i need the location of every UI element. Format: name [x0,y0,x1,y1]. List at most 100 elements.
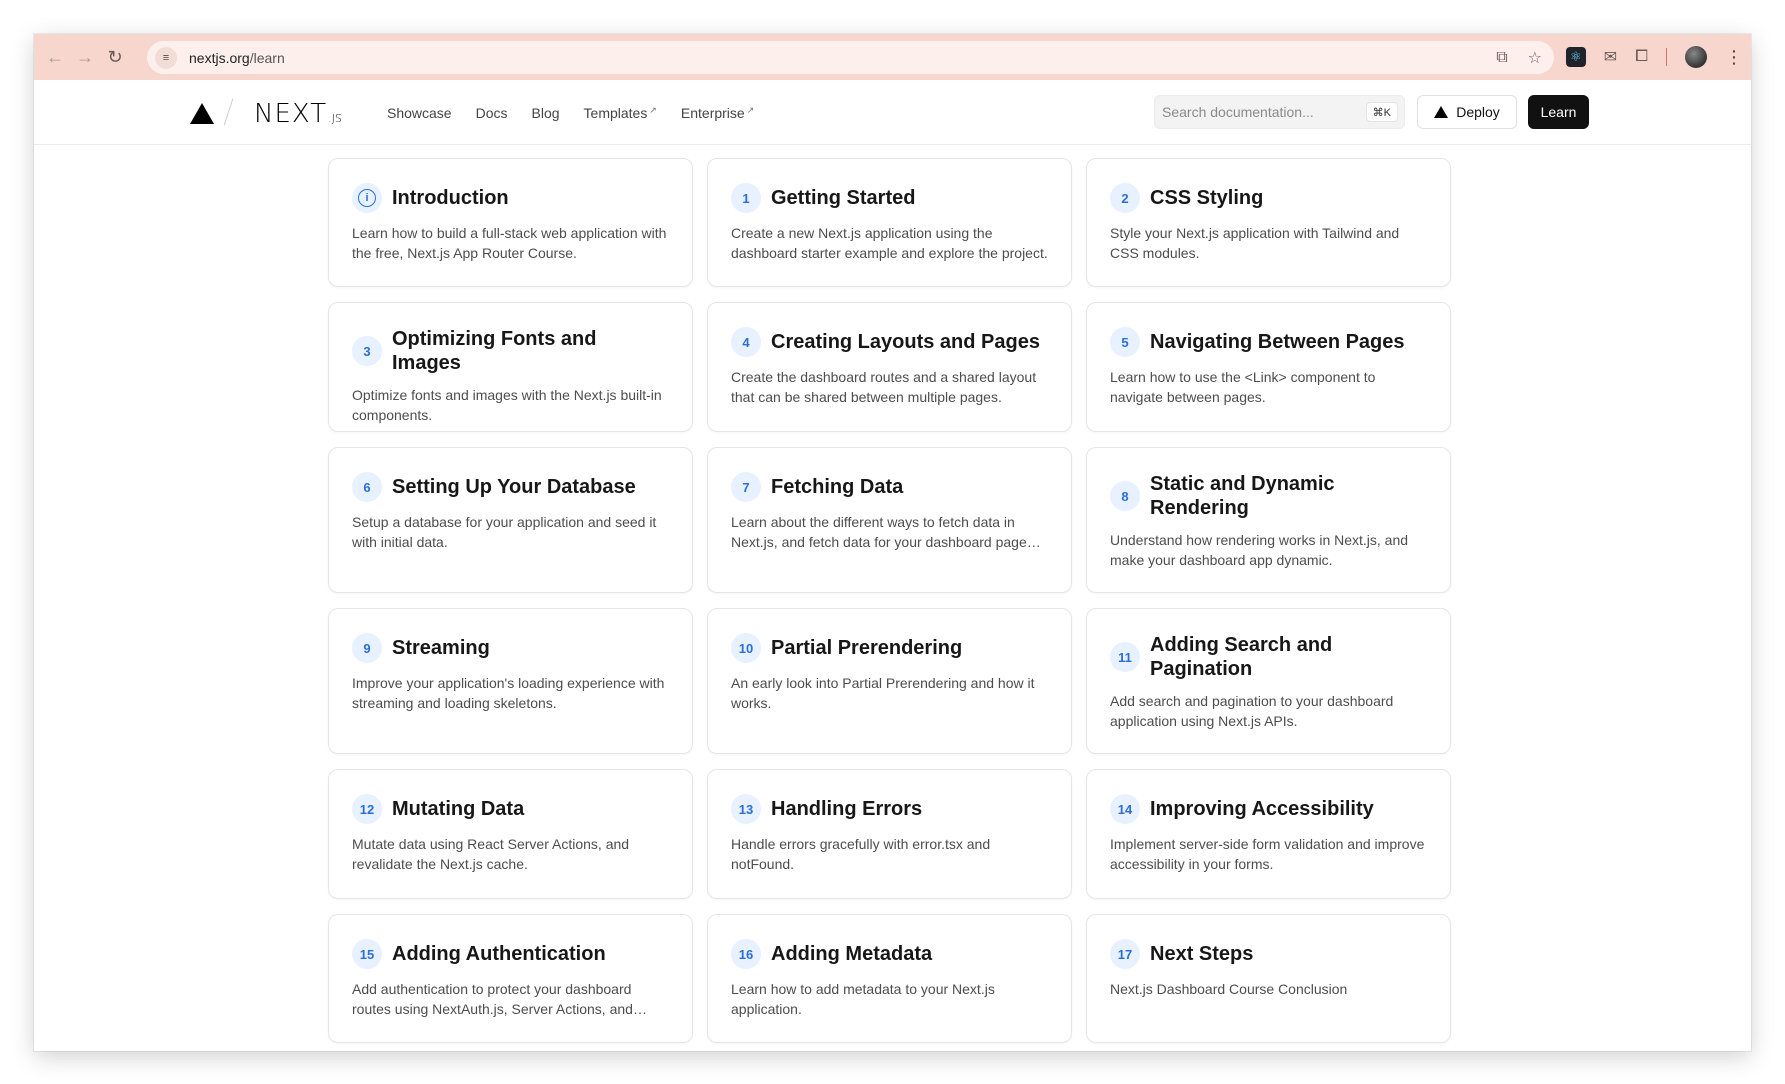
chapter-card[interactable]: 3 Optimizing Fonts and Images Optimize fon… [328,302,693,432]
chapter-number-badge: 15 [352,939,382,969]
chapter-description: Mutate data using React Server Actions, … [352,836,630,872]
chapter-description: Understand how rendering works in Next.j… [1110,532,1409,568]
chapter-number-badge: 17 [1110,939,1140,969]
chapter-number-badge: 16 [731,939,761,969]
chapter-description: Optimize fonts and images with the Next.… [352,387,662,423]
translate-icon[interactable]: ⧉ [1496,49,1507,67]
chapter-description: Learn how to use the <Link> component to… [1110,369,1376,405]
url-path: /learn [249,49,285,66]
chapter-card-header: 15 Adding Authentication [352,939,669,969]
external-link-icon: ↗ [649,104,657,115]
chapter-card[interactable]: 10 Partial Prerendering An early look into… [707,608,1072,754]
url-text[interactable]: nextjs.org/learn [189,50,285,66]
search-shortcut-badge: ⌘K [1365,102,1398,122]
chapter-number-badge: 4 [731,327,761,357]
vercel-triangle-icon [1434,106,1449,118]
chapter-title: Adding Authentication [392,943,606,965]
site-info-icon[interactable]: ≡ [155,46,177,69]
address-bar[interactable]: ≡ nextjs.org/learn ⧉ ☆ [147,41,1554,74]
chapter-description: Next.js Dashboard Course Conclusion [1110,981,1348,997]
chapter-title: Navigating Between Pages [1150,331,1405,353]
logo-text: NEXT [254,99,328,129]
chapter-card[interactable]: 17 Next Steps Next.js Dashboard Course Con… [1086,914,1451,1043]
nav-templates[interactable]: Templates ↗ [584,105,657,121]
chapter-number-badge: 12 [352,794,382,824]
more-menu-icon[interactable]: ⋮ [1725,47,1743,68]
chapter-title: Getting Started [771,187,916,209]
nextjs-logo[interactable]: NEXT.JS [254,99,342,129]
chapter-number-badge: 8 [1110,481,1140,511]
chapter-title: Static and Dynamic Rendering [1150,473,1335,519]
chapter-description: Add authentication to protect your dashb… [352,981,633,1017]
nav-enterprise[interactable]: Enterprise ↗ [681,105,754,121]
chapter-card[interactable]: 5 Navigating Between Pages Learn how to us… [1086,302,1451,432]
chapter-card[interactable]: 16 Adding Metadata Learn how to add metada… [707,914,1072,1043]
chapter-description: Create a new Next.js application using t… [731,225,1048,261]
chapter-grid: i Introduction Learn how to build a full-s… [328,158,1451,1043]
logo-divider [223,98,234,126]
chapter-card-header: 7 Fetching Data [731,472,1048,502]
chapter-number-badge: 7 [731,472,761,502]
chapter-card[interactable]: 12 Mutating Data Mutate data using React S… [328,769,693,899]
chapter-card[interactable]: 7 Fetching Data Learn about the different … [707,447,1072,593]
chapter-card[interactable]: 4 Creating Layouts and Pages Create the da… [707,302,1072,432]
nav-label: Docs [475,104,508,121]
chapter-title: Next Steps [1150,943,1254,965]
deploy-button[interactable]: Deploy [1417,95,1517,129]
chapter-number-badge: 3 [352,336,382,366]
chapter-title: Adding Search and Pagination [1150,634,1333,680]
chapter-card[interactable]: 9 Streaming Improve your application's loa… [328,608,693,754]
reload-icon[interactable]: ↻ [100,42,130,72]
nav-showcase[interactable]: Showcase [387,105,452,121]
extensions-area: ⚛ ✉ ⧠ ⋮ [1565,34,1751,80]
chapter-card-header: 2 CSS Styling [1110,183,1427,213]
chapter-card[interactable]: 14 Improving Accessibility Implement serve… [1086,769,1451,899]
info-icon: i [352,183,382,213]
logo-suffix: .JS [328,112,342,125]
chapter-number-badge: 1 [731,183,761,213]
chapter-number-badge: 5 [1110,327,1140,357]
chapter-card[interactable]: 1 Getting Started Create a new Next.js app… [707,158,1072,287]
mail-icon[interactable]: ✉ [1604,47,1617,67]
forward-icon[interactable]: → [70,42,100,72]
chapter-number-badge: 13 [731,794,761,824]
nav-label: Blog [531,104,560,121]
chapter-card-header: 9 Streaming [352,633,669,663]
chapter-title: Adding Metadata [771,943,933,965]
profile-avatar[interactable] [1685,46,1707,68]
chapter-card[interactable]: 6 Setting Up Your Database Setup a databas… [328,447,693,593]
chapter-card[interactable]: 8 Static and Dynamic Rendering Understand … [1086,447,1451,593]
omnibox-actions: ⧉ ☆ [1496,41,1542,74]
chapter-description: Implement server-side form validation an… [1110,836,1425,872]
extensions-puzzle-icon[interactable]: ⧠ [1635,48,1648,66]
back-icon[interactable]: ← [40,42,70,72]
chapter-card[interactable]: 2 CSS Styling Style your Next.js applicati… [1086,158,1451,287]
chapter-number-badge: 10 [731,633,761,663]
browser-toolbar: ← → ↻ ≡ nextjs.org/learn ⧉ ☆ ⚛ ✉ ⧠ ⋮ [34,34,1751,80]
chapter-number-badge: 2 [1110,183,1140,213]
bookmark-star-icon[interactable]: ☆ [1528,48,1542,68]
chapter-description: Improve your application's loading exper… [352,675,665,711]
info-icon-glyph: i [358,189,376,207]
chapter-title: Streaming [392,637,490,659]
search-input[interactable]: Search documentation... ⌘K [1154,95,1405,129]
chapter-title: Introduction [392,187,509,209]
nav-label: Enterprise [680,104,745,121]
chapter-description: Learn how to add metadata to your Next.j… [731,981,995,1017]
chapter-card[interactable]: 13 Handling Errors Handle errors gracefull… [707,769,1072,899]
nav-docs[interactable]: Docs [476,105,508,121]
learn-button[interactable]: Learn [1528,95,1589,129]
chapter-card-header: 13 Handling Errors [731,794,1048,824]
vercel-logo-icon[interactable] [190,103,214,124]
chapter-card[interactable]: i Introduction Learn how to build a full-s… [328,158,693,287]
chapter-title: Mutating Data [392,798,525,820]
nav-blog[interactable]: Blog [532,105,560,121]
chapter-card[interactable]: 15 Adding Authentication Add authenticatio… [328,914,693,1043]
chapter-card-header: 3 Optimizing Fonts and Images [352,327,669,375]
chapter-description: Learn about the different ways to fetch … [731,514,1027,550]
chapter-card[interactable]: 11 Adding Search and Pagination Add search… [1086,608,1451,754]
site-header: NEXT.JS Showcase Docs Blog Templates ↗ En… [34,80,1751,145]
react-devtools-icon[interactable]: ⚛ [1565,47,1586,67]
external-link-icon: ↗ [746,104,755,115]
chapter-card-header: 11 Adding Search and Pagination [1110,633,1427,681]
